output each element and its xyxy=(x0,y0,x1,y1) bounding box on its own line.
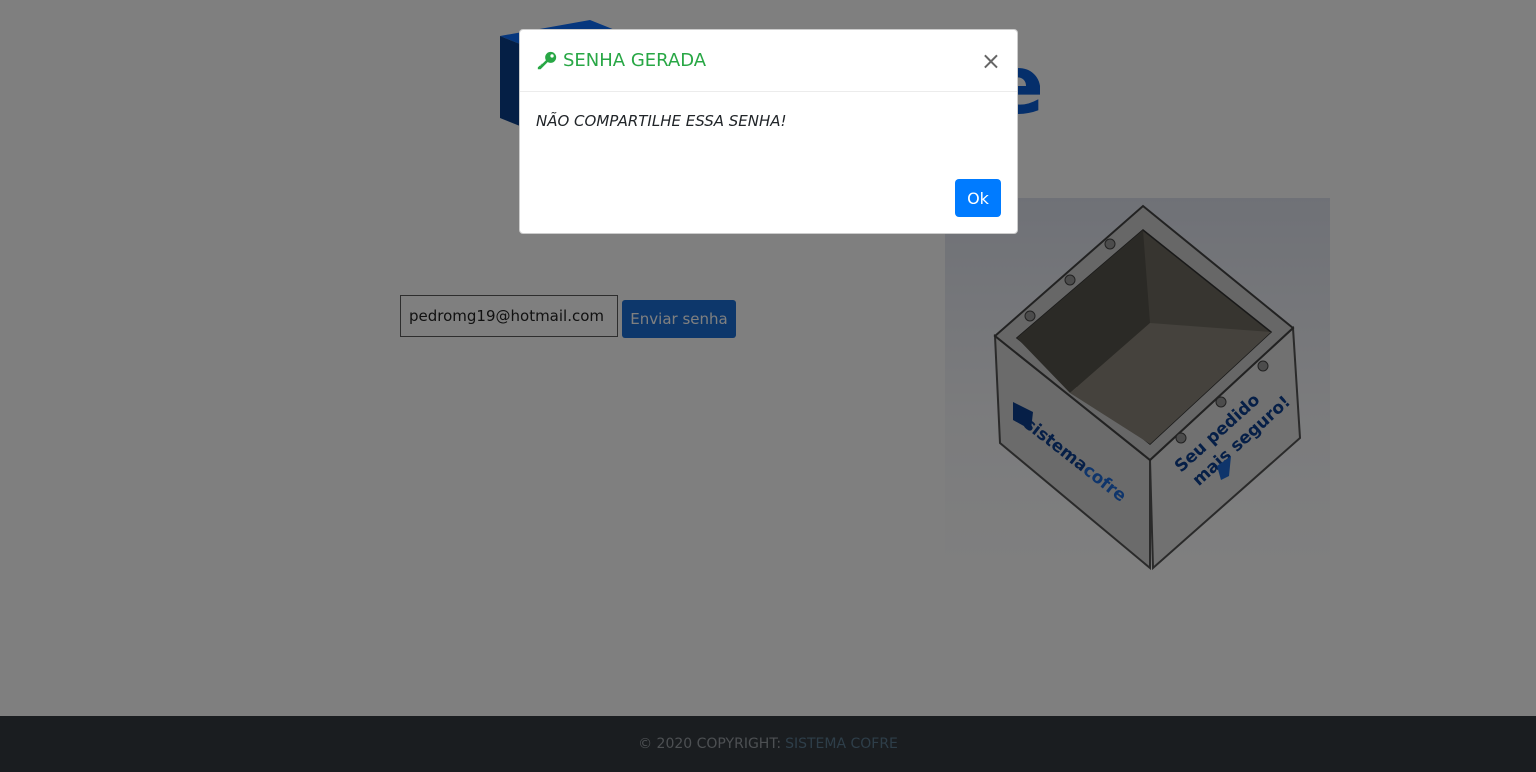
modal-footer: Ok xyxy=(955,179,1001,217)
modal-body: NÃO COMPARTILHE ESSA SENHA! xyxy=(520,92,1017,172)
modal-title-text: SENHA GERADA xyxy=(563,50,707,71)
password-generated-modal: SENHA GERADA × NÃO COMPARTILHE ESSA SENH… xyxy=(519,29,1018,234)
key-icon xyxy=(536,50,558,72)
modal-message: NÃO COMPARTILHE ESSA SENHA! xyxy=(536,112,787,130)
modal-header: SENHA GERADA × xyxy=(520,30,1017,92)
modal-close-button[interactable]: × xyxy=(981,49,1001,73)
ok-button[interactable]: Ok xyxy=(955,179,1001,217)
modal-title: SENHA GERADA xyxy=(536,50,706,72)
